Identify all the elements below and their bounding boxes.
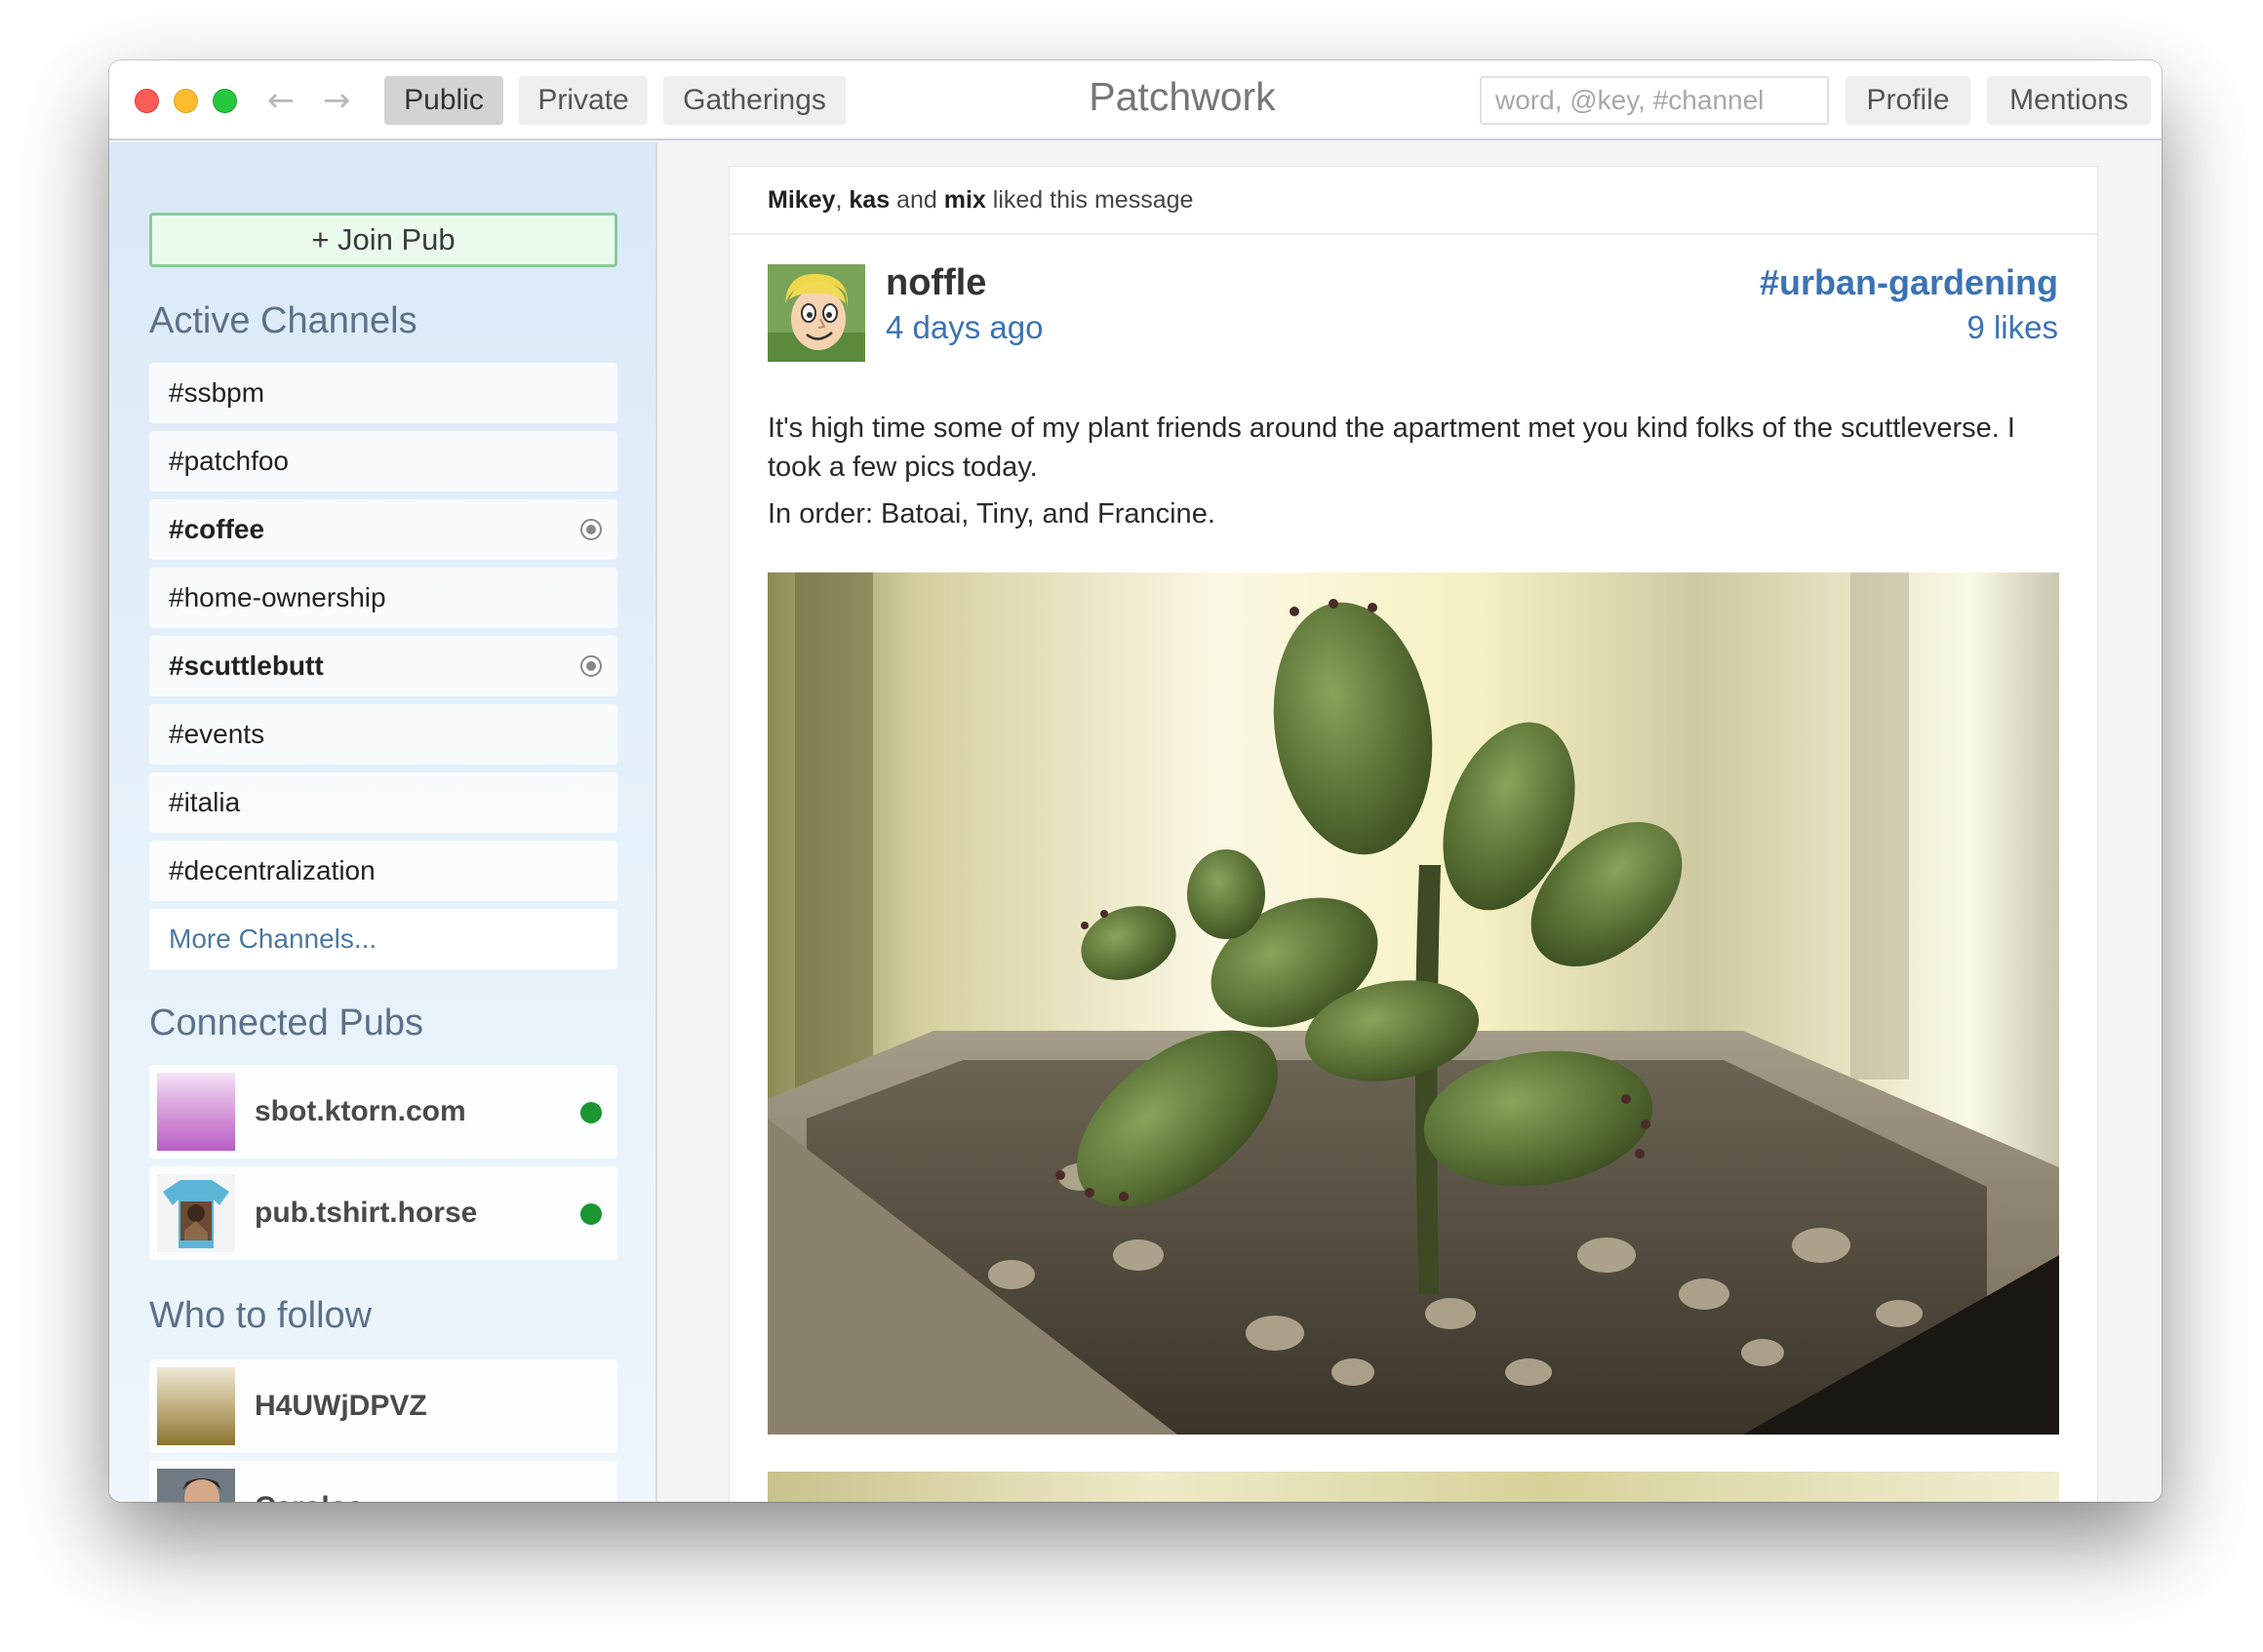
online-status-dot (580, 1102, 602, 1123)
forward-arrow-icon[interactable]: → (317, 82, 356, 119)
follow-suggestion-item[interactable]: H4UWjDPVZ (149, 1359, 617, 1453)
zoom-window-button[interactable] (213, 89, 237, 113)
channel-label: #patchfoo (169, 446, 289, 476)
title-bar: ← → Public Private Gatherings Patchwork … (109, 60, 2162, 140)
who-to-follow-heading: Who to follow (149, 1295, 373, 1336)
active-channels-heading: Active Channels (149, 300, 417, 341)
connected-pubs-heading: Connected Pubs (149, 1003, 423, 1043)
post-timestamp[interactable]: 4 days ago (886, 309, 1043, 346)
likes-suffix-text: liked this message (985, 186, 1194, 214)
separator-text: and (890, 186, 944, 214)
post-image-next[interactable] (768, 1472, 2059, 1502)
pub-item-sbot-ktorn[interactable]: sbot.ktorn.com (149, 1065, 617, 1159)
user-name: Carolos (255, 1461, 364, 1502)
post-image-succulent[interactable] (768, 572, 2059, 1435)
liker-name[interactable]: kas (849, 186, 890, 214)
post-channel-link[interactable]: #urban-gardening (1760, 262, 2058, 303)
channel-item-coffee[interactable]: #coffee (149, 499, 617, 560)
liker-name[interactable]: Mikey (768, 186, 835, 214)
online-status-dot (580, 1203, 602, 1225)
minimize-window-button[interactable] (174, 89, 198, 113)
likes-summary: Mikey, kas and mix liked this message (730, 167, 2097, 235)
message-card: Mikey, kas and mix liked this message no (729, 166, 2098, 1502)
sidebar: + Join Pub Active Channels #ssbpm #patch… (109, 142, 657, 1502)
search-input[interactable] (1480, 76, 1829, 125)
author-avatar[interactable] (768, 264, 865, 362)
app-window: ← → Public Private Gatherings Patchwork … (109, 60, 2162, 1502)
tab-public[interactable]: Public (384, 76, 503, 125)
pub-name: pub.tshirt.horse (255, 1197, 478, 1229)
subscribed-icon[interactable] (580, 519, 602, 540)
user-name: H4UWjDPVZ (255, 1390, 427, 1422)
channel-label: #italia (169, 787, 241, 817)
channel-item-ssbpm[interactable]: #ssbpm (149, 363, 617, 423)
tab-gatherings[interactable]: Gatherings (663, 76, 846, 125)
pub-avatar (157, 1073, 235, 1151)
channel-item-italia[interactable]: #italia (149, 772, 617, 833)
pub-name: sbot.ktorn.com (255, 1095, 466, 1127)
back-arrow-icon[interactable]: ← (261, 82, 300, 119)
user-avatar (157, 1367, 235, 1445)
more-channels-link[interactable]: More Channels... (149, 909, 617, 969)
join-pub-button[interactable]: + Join Pub (149, 213, 617, 267)
channel-item-events[interactable]: #events (149, 704, 617, 765)
channel-item-decentralization[interactable]: #decentralization (149, 841, 617, 901)
profile-button[interactable]: Profile (1846, 76, 1970, 125)
channel-label: #scuttlebutt (169, 650, 324, 681)
post-likes-count[interactable]: 9 likes (1966, 309, 2058, 346)
liker-name[interactable]: mix (944, 186, 986, 214)
mentions-button[interactable]: Mentions (1987, 76, 2151, 125)
author-name[interactable]: noffle (886, 262, 986, 304)
main-feed: Mikey, kas and mix liked this message no (658, 142, 2162, 1502)
channel-label: #decentralization (169, 855, 376, 885)
channel-label: #coffee (169, 514, 265, 544)
channel-item-home-ownership[interactable]: #home-ownership (149, 568, 617, 628)
channel-label: #events (169, 719, 265, 749)
post-paragraph: In order: Batoai, Tiny, and Francine. (768, 498, 1215, 530)
pub-item-tshirt-horse[interactable]: pub.tshirt.horse (149, 1166, 617, 1260)
channel-item-scuttlebutt[interactable]: #scuttlebutt (149, 636, 617, 696)
post-paragraph: It's high time some of my plant friends … (768, 413, 2015, 483)
close-window-button[interactable] (135, 89, 159, 113)
channel-item-patchfoo[interactable]: #patchfoo (149, 431, 617, 492)
follow-suggestion-item[interactable]: Carolos (149, 1461, 617, 1502)
channel-label: #home-ownership (169, 582, 386, 612)
tab-private[interactable]: Private (519, 76, 648, 125)
pub-avatar (157, 1174, 235, 1252)
app-title: Patchwork (1089, 74, 1276, 119)
user-avatar (157, 1469, 235, 1502)
subscribed-icon[interactable] (580, 655, 602, 677)
channel-label: #ssbpm (169, 377, 265, 408)
separator-text: , (835, 186, 850, 214)
